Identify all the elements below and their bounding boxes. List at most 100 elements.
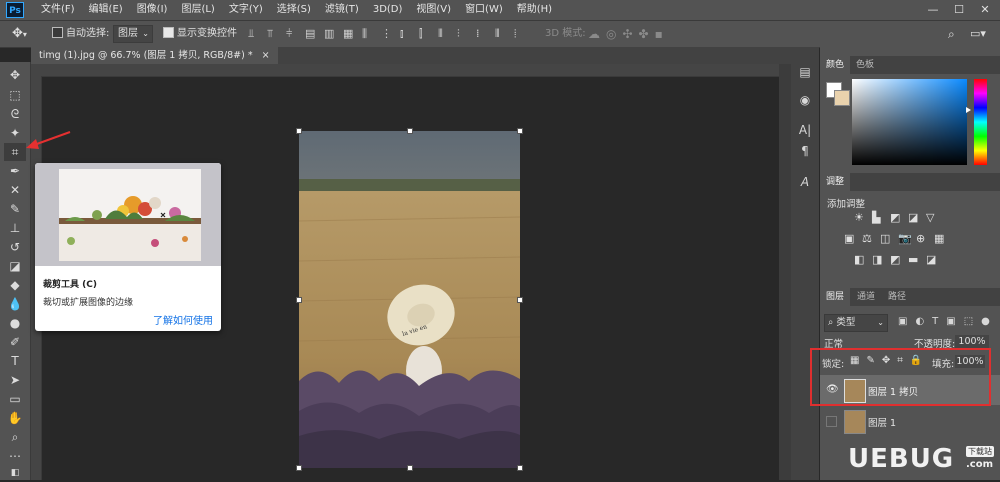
move-tool-icon[interactable]: ✥▾ — [12, 21, 27, 47]
align-icon[interactable]: ⦙ — [514, 27, 516, 41]
align-icon[interactable]: ⫪ — [267, 27, 273, 41]
dodge-tool-icon[interactable]: ● — [4, 314, 26, 332]
color-swatches-icon[interactable]: ◧ — [4, 464, 26, 482]
adjustment-icon[interactable]: ▬ — [908, 253, 918, 266]
align-icon[interactable]: ▥ — [324, 27, 334, 40]
maximize-button[interactable]: ☐ — [946, 0, 972, 20]
3d-mode-icons[interactable]: ☁◎✣✤▪ — [588, 21, 669, 47]
adjustment-icon[interactable]: ◩ — [890, 211, 900, 224]
align-icon[interactable]: ▦ — [343, 27, 353, 40]
tab-paths[interactable]: 路径 — [882, 288, 912, 306]
menu-item[interactable]: 图层(L) — [174, 0, 221, 20]
zoom-tool-icon[interactable]: ⌕ — [4, 428, 26, 446]
tab-adjustments[interactable]: 调整 — [820, 173, 851, 191]
adjustment-icon[interactable]: ▣ — [844, 232, 854, 245]
menu-item[interactable]: 编辑(E) — [82, 0, 130, 20]
history-brush-icon[interactable]: ↺ — [4, 238, 26, 256]
blur-tool-icon[interactable]: 💧 — [4, 295, 26, 313]
history-icon[interactable]: ▤ — [796, 63, 814, 81]
search-icon[interactable]: ⌕ — [948, 21, 955, 47]
layer-filter-icons[interactable]: ▣◐T▣⬚● — [898, 316, 998, 327]
eraser-icon[interactable]: ◪ — [4, 257, 26, 275]
align-icon[interactable]: ⫶ — [457, 27, 460, 41]
tab-swatches[interactable]: 色板 — [850, 56, 880, 74]
brush-tool-icon[interactable]: ✎ — [4, 200, 26, 218]
hue-slider[interactable] — [974, 79, 987, 165]
adjustment-icon[interactable]: ▽ — [926, 211, 934, 224]
path-select-icon[interactable]: ➤ — [4, 371, 26, 389]
shape-tool-icon[interactable]: ▭ — [4, 390, 26, 408]
menu-item[interactable]: 文件(F) — [34, 0, 82, 20]
transform-handle[interactable] — [517, 297, 523, 303]
minimize-button[interactable]: — — [920, 0, 946, 20]
align-icon[interactable]: ⫿ — [419, 27, 423, 41]
adjustment-icon[interactable]: ◪ — [908, 211, 918, 224]
eyedropper-icon[interactable]: ✒ — [4, 162, 26, 180]
adjustment-icon[interactable]: ◨ — [872, 253, 882, 266]
menu-item[interactable]: 图像(I) — [130, 0, 175, 20]
close-button[interactable]: ✕ — [972, 0, 998, 20]
adjustment-icon[interactable]: ◫ — [880, 232, 890, 245]
transform-handle[interactable] — [517, 465, 523, 471]
adjustment-icon[interactable]: 📷 — [898, 232, 912, 245]
stamp-tool-icon[interactable]: ⊥ — [4, 219, 26, 237]
align-icon[interactable]: ⫴ — [495, 27, 500, 41]
adjustment-icon[interactable]: ▙ — [872, 211, 880, 224]
transform-handle[interactable] — [296, 297, 302, 303]
transform-handle[interactable] — [407, 465, 413, 471]
menu-item[interactable]: 窗口(W) — [458, 0, 510, 20]
character-icon[interactable]: A| — [796, 121, 814, 139]
show-transform-checkbox[interactable]: 显示变换控件 — [163, 21, 237, 47]
move-tool-icon[interactable]: ✥ — [4, 66, 26, 84]
transform-handle[interactable] — [296, 465, 302, 471]
bucket-icon[interactable]: ◆ — [4, 276, 26, 294]
healing-brush-icon[interactable]: ✕ — [4, 181, 26, 199]
type-tool-icon[interactable]: T — [4, 352, 26, 370]
adjustment-icon[interactable]: ◧ — [854, 253, 864, 266]
adjustment-icon[interactable]: ▦ — [934, 232, 944, 245]
layer-row[interactable]: 图层 1 — [820, 406, 1000, 436]
hand-tool-icon[interactable]: ✋ — [4, 409, 26, 427]
canvas-image[interactable]: la vie en — [299, 131, 520, 468]
vertical-scrollbar[interactable] — [779, 64, 791, 480]
transform-handle[interactable] — [296, 128, 302, 134]
menu-item[interactable]: 3D(D) — [366, 0, 410, 20]
menu-item[interactable]: 帮助(H) — [510, 0, 559, 20]
marquee-tool-icon[interactable]: ⬚ — [4, 86, 26, 104]
paragraph-icon[interactable]: ¶ — [796, 142, 814, 160]
menu-item[interactable]: 滤镜(T) — [318, 0, 366, 20]
adjustment-icon[interactable]: ◪ — [926, 253, 936, 266]
more-tools-icon[interactable]: ⋯ — [4, 447, 26, 465]
learn-how-link[interactable]: 了解如何使用 — [153, 312, 213, 327]
menu-item[interactable]: 文字(Y) — [222, 0, 270, 20]
adjustment-icon[interactable]: ⚖ — [862, 232, 872, 245]
align-icon[interactable]: ⦀ — [438, 27, 443, 41]
tab-close-icon[interactable]: × — [262, 50, 270, 61]
transform-handle[interactable] — [407, 128, 413, 134]
align-icon[interactable]: ⁞ — [476, 27, 480, 40]
auto-select-checkbox[interactable]: 自动选择: — [52, 21, 109, 47]
adjustment-icon[interactable]: ⊕ — [916, 232, 925, 245]
tab-color[interactable]: 颜色 — [820, 56, 851, 74]
tab-layers[interactable]: 图层 — [820, 288, 851, 306]
layer-filter-dropdown[interactable]: ⌕ 类型 ⌄ — [824, 314, 888, 332]
pen-tool-icon[interactable]: ✐ — [4, 333, 26, 351]
transform-handle[interactable] — [517, 128, 523, 134]
adjustment-icon[interactable]: ☀ — [854, 211, 864, 224]
menu-item[interactable]: 视图(V) — [409, 0, 458, 20]
document-tab[interactable]: timg (1).jpg @ 66.7% (图层 1 拷贝, RGB/8#) *… — [31, 47, 278, 64]
tab-channels[interactable]: 通道 — [851, 288, 881, 306]
align-icon[interactable]: ▤ — [305, 27, 315, 40]
background-color-swatch[interactable] — [834, 90, 850, 106]
lasso-tool-icon[interactable]: ᘓ — [4, 105, 26, 123]
align-icon[interactable]: ⫩ — [286, 27, 292, 41]
opacity-value[interactable]: 100% — [955, 335, 989, 348]
color-picker-field[interactable] — [852, 79, 967, 165]
align-icon[interactable]: ⫾ — [400, 27, 404, 41]
align-icon[interactable]: ⫼ — [362, 27, 367, 41]
align-icon[interactable]: ⋮ — [381, 27, 392, 40]
visibility-toggle[interactable] — [826, 416, 837, 427]
glyphs-icon[interactable]: A — [796, 173, 814, 191]
workspace-icon[interactable]: ▭▾ — [970, 21, 986, 47]
align-icon[interactable]: ⫫ — [248, 27, 254, 41]
